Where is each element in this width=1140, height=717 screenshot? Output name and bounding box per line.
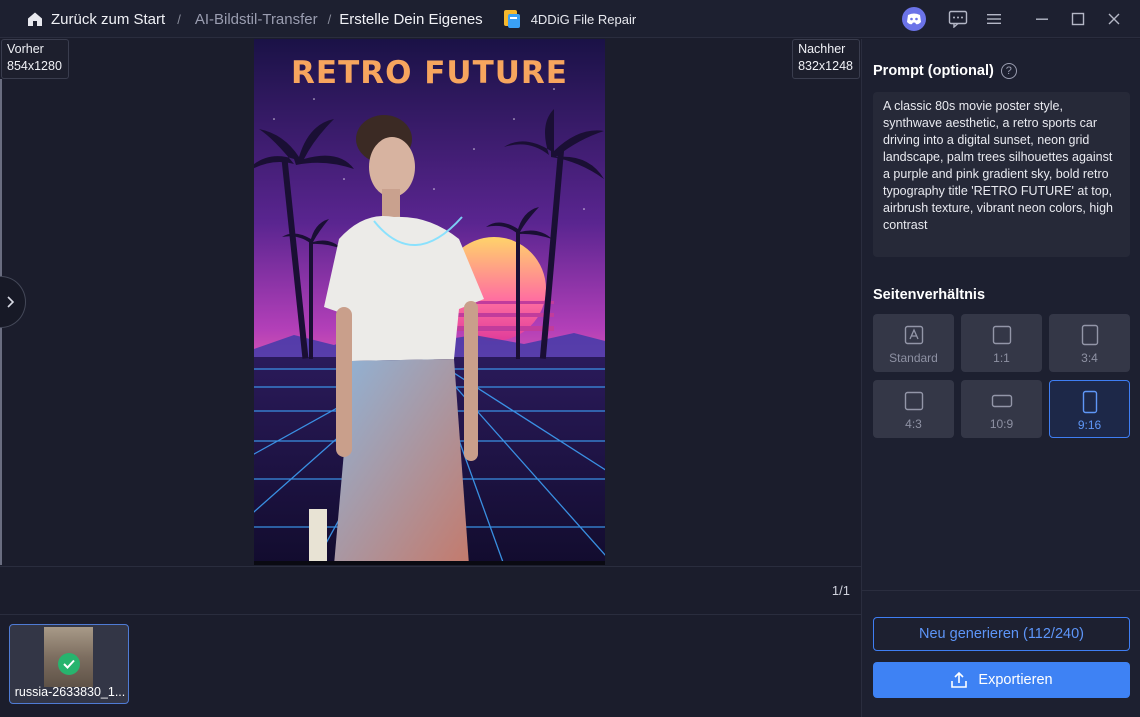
breadcrumb: Zurück zum Start / AI-Bildstil-Transfer … <box>26 0 636 38</box>
breadcrumb-separator: / <box>327 11 332 27</box>
wide-icon <box>991 390 1013 412</box>
thumbnail-strip: russia-2633830_1... <box>0 616 861 717</box>
breadcrumb-home-label: Zurück zum Start <box>51 10 166 28</box>
square-icon <box>992 324 1012 346</box>
ratio-label: 10:9 <box>989 417 1014 431</box>
home-icon <box>26 10 44 28</box>
app-name: 4DDiG File Repair <box>530 11 637 27</box>
menu-icon[interactable] <box>982 7 1006 31</box>
before-label: Vorher 854x1280 <box>1 39 69 79</box>
thumbnail-item[interactable]: russia-2633830_1... <box>9 624 129 704</box>
aspect-ratio-title: Seitenverhältnis <box>873 287 986 303</box>
divider <box>862 590 1140 591</box>
ratio-1-1[interactable]: 1:1 <box>961 314 1042 372</box>
prompt-title: Prompt (optional) ? <box>873 63 1017 79</box>
page-indicator: 1/1 <box>831 583 850 598</box>
ratio-label: 9:16 <box>1077 418 1102 432</box>
preview-canvas: RETRO FUTURE Vorher 854x1280 Nachher 832… <box>0 39 861 566</box>
export-icon <box>950 671 968 689</box>
breadcrumb-separator: / <box>177 11 181 27</box>
regenerate-button[interactable]: Neu generieren (112/240) <box>873 617 1130 651</box>
after-label: Nachher 832x1248 <box>792 39 860 79</box>
app-logo-icon <box>503 9 521 29</box>
poster-title: RETRO FUTURE <box>291 55 568 91</box>
export-button[interactable]: Exportieren <box>873 662 1130 698</box>
ratio-4-3[interactable]: 4:3 <box>873 380 954 438</box>
before-size: 854x1280 <box>7 59 62 73</box>
after-label-text: Nachher <box>798 42 846 56</box>
thumbnail-name: russia-2633830_1... <box>14 685 126 699</box>
ratio-label: 3:4 <box>1081 351 1098 365</box>
result-image: RETRO FUTURE <box>254 39 605 565</box>
check-icon <box>58 653 80 675</box>
ratio-label: 4:3 <box>905 417 922 431</box>
settings-panel: Prompt (optional) ? A classic 80s movie … <box>861 39 1140 717</box>
close-icon[interactable] <box>1102 7 1126 31</box>
feedback-icon[interactable] <box>946 7 970 31</box>
ratio-standard[interactable]: Standard <box>873 314 954 372</box>
pager-bar: 1/1 <box>0 566 861 615</box>
minimize-icon[interactable] <box>1030 7 1054 31</box>
discord-icon[interactable] <box>902 7 926 31</box>
help-icon[interactable]: ? <box>1000 63 1017 79</box>
chevron-right-icon <box>7 296 15 308</box>
breadcrumb-home[interactable]: Zurück zum Start <box>26 10 165 28</box>
export-label: Exportieren <box>978 672 1053 688</box>
expand-button[interactable] <box>0 276 26 328</box>
maximize-icon[interactable] <box>1066 7 1090 31</box>
portrait-icon <box>1081 324 1099 346</box>
ratio-3-4[interactable]: 3:4 <box>1049 314 1130 372</box>
before-label-text: Vorher <box>7 42 44 56</box>
landscape-icon <box>904 390 924 412</box>
standard-icon <box>904 324 924 346</box>
title-bar: Zurück zum Start / AI-Bildstil-Transfer … <box>0 0 1140 38</box>
after-size: 832x1248 <box>798 59 853 73</box>
prompt-title-text: Prompt (optional) <box>873 63 994 79</box>
prompt-textarea[interactable]: A classic 80s movie poster style, synthw… <box>873 92 1130 257</box>
ratio-10-9[interactable]: 10:9 <box>961 380 1042 438</box>
breadcrumb-current: Erstelle Dein Eigenes <box>339 10 483 28</box>
ratio-label: Standard <box>889 351 938 365</box>
ratio-label: 1:1 <box>993 351 1010 365</box>
breadcrumb-style-transfer[interactable]: AI-Bildstil-Transfer <box>195 11 318 28</box>
ratio-9-16[interactable]: 9:16 <box>1049 380 1130 438</box>
tall-icon <box>1082 390 1098 414</box>
